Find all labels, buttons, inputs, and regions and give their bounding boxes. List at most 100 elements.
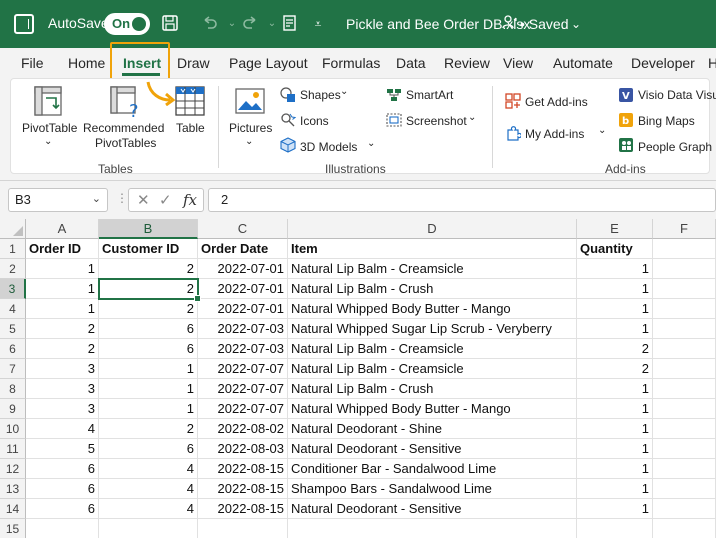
name-box-dropdown-icon[interactable]: ⌄ (92, 192, 101, 205)
cell-b7[interactable]: 1 (99, 359, 198, 379)
cell-e3[interactable]: 1 (577, 279, 653, 299)
cell-c11[interactable]: 2022-08-03 (198, 439, 288, 459)
save-icon[interactable] (160, 14, 180, 34)
formula-bar-grip-icon[interactable]: ⋮ (116, 191, 128, 205)
cell-a12[interactable]: 6 (26, 459, 99, 479)
cell-d1[interactable]: Item (288, 239, 577, 259)
cell-d4[interactable]: Natural Whipped Body Butter - Mango (288, 299, 577, 319)
tab-developer[interactable]: Developer (631, 55, 695, 71)
cell-c5[interactable]: 2022-07-03 (198, 319, 288, 339)
row-header-15[interactable]: 15 (0, 519, 26, 538)
cell-c1[interactable]: Order Date (198, 239, 288, 259)
row-header-6[interactable]: 6 (0, 339, 26, 359)
cell-b6[interactable]: 6 (99, 339, 198, 359)
cell-b11[interactable]: 6 (99, 439, 198, 459)
undo-icon[interactable] (200, 14, 220, 34)
pivottable-dropdown-icon[interactable]: ⌄ (44, 136, 52, 147)
my-addins-button[interactable]: My Add-ins (525, 127, 584, 141)
cell-a3[interactable]: 1 (26, 279, 99, 299)
cell-b15[interactable] (99, 519, 198, 538)
cell-c3[interactable]: 2022-07-01 (198, 279, 288, 299)
cell-c15[interactable] (198, 519, 288, 538)
cell-f1[interactable] (653, 239, 716, 259)
cell-d7[interactable]: Natural Lip Balm - Creamsicle (288, 359, 577, 379)
pivottable-button[interactable]: PivotTable (22, 121, 77, 135)
shapes-button[interactable]: Shapes (300, 88, 341, 102)
cell-e10[interactable]: 1 (577, 419, 653, 439)
form-icon[interactable] (280, 14, 300, 34)
cell-e5[interactable]: 1 (577, 319, 653, 339)
tab-draw[interactable]: Draw (177, 55, 210, 71)
row-header-5[interactable]: 5 (0, 319, 26, 339)
row-header-3[interactable]: 3 (0, 279, 26, 299)
cell-f6[interactable] (653, 339, 716, 359)
tab-home[interactable]: Home (68, 55, 105, 71)
cell-f13[interactable] (653, 479, 716, 499)
row-header-8[interactable]: 8 (0, 379, 26, 399)
row-header-7[interactable]: 7 (0, 359, 26, 379)
row-header-1[interactable]: 1 (0, 239, 26, 259)
cell-d14[interactable]: Natural Deodorant - Sensitive (288, 499, 577, 519)
cell-f8[interactable] (653, 379, 716, 399)
cell-a9[interactable]: 3 (26, 399, 99, 419)
row-header-14[interactable]: 14 (0, 499, 26, 519)
row-header-9[interactable]: 9 (0, 399, 26, 419)
tab-help[interactable]: He (708, 55, 716, 71)
cell-b9[interactable]: 1 (99, 399, 198, 419)
cell-c10[interactable]: 2022-08-02 (198, 419, 288, 439)
cell-b4[interactable]: 2 (99, 299, 198, 319)
get-addins-button[interactable]: Get Add-ins (525, 95, 588, 109)
cell-e9[interactable]: 1 (577, 399, 653, 419)
visio-data-visualizer-button[interactable]: Visio Data Visu (638, 88, 716, 102)
row-header-11[interactable]: 11 (0, 439, 26, 459)
cell-a4[interactable]: 1 (26, 299, 99, 319)
cell-a6[interactable]: 2 (26, 339, 99, 359)
row-header-2[interactable]: 2 (0, 259, 26, 279)
cell-e13[interactable]: 1 (577, 479, 653, 499)
people-graph-button[interactable]: People Graph (638, 140, 712, 154)
cell-f11[interactable] (653, 439, 716, 459)
undo-dropdown-icon[interactable]: ⌄ (222, 14, 242, 34)
tab-formulas[interactable]: Formulas (322, 55, 380, 71)
cell-a2[interactable]: 1 (26, 259, 99, 279)
cell-d6[interactable]: Natural Lip Balm - Creamsicle (288, 339, 577, 359)
cell-d3[interactable]: Natural Lip Balm - Crush (288, 279, 577, 299)
cell-c7[interactable]: 2022-07-07 (198, 359, 288, 379)
cell-c9[interactable]: 2022-07-07 (198, 399, 288, 419)
formula-input[interactable]: 2 (208, 188, 716, 212)
column-header-d[interactable]: D (288, 219, 577, 239)
cell-e14[interactable]: 1 (577, 499, 653, 519)
cell-a13[interactable]: 6 (26, 479, 99, 499)
tab-page-layout[interactable]: Page Layout (229, 55, 308, 71)
cell-b2[interactable]: 2 (99, 259, 198, 279)
cell-c12[interactable]: 2022-08-15 (198, 459, 288, 479)
recommended-pivottables-line1[interactable]: Recommended (83, 121, 164, 135)
tab-data[interactable]: Data (396, 55, 426, 71)
cell-e8[interactable]: 1 (577, 379, 653, 399)
tab-automate[interactable]: Automate (553, 55, 613, 71)
customize-toolbar-icon[interactable]: ⩡ (308, 14, 328, 34)
cell-a7[interactable]: 3 (26, 359, 99, 379)
cell-c13[interactable]: 2022-08-15 (198, 479, 288, 499)
cell-a10[interactable]: 4 (26, 419, 99, 439)
cell-a5[interactable]: 2 (26, 319, 99, 339)
cell-d8[interactable]: Natural Lip Balm - Crush (288, 379, 577, 399)
column-header-c[interactable]: C (198, 219, 288, 239)
column-header-b[interactable]: B (99, 219, 198, 239)
cell-d10[interactable]: Natural Deodorant - Shine (288, 419, 577, 439)
name-box[interactable]: B3 ⌄ (8, 188, 108, 212)
cell-e6[interactable]: 2 (577, 339, 653, 359)
enter-icon[interactable]: ✓ (159, 191, 172, 209)
cell-e12[interactable]: 1 (577, 459, 653, 479)
cell-a8[interactable]: 3 (26, 379, 99, 399)
row-header-10[interactable]: 10 (0, 419, 26, 439)
column-header-e[interactable]: E (577, 219, 653, 239)
3d-models-button[interactable]: 3D Models (300, 140, 357, 154)
cell-b8[interactable]: 1 (99, 379, 198, 399)
shapes-dropdown-icon[interactable]: ⌄ (340, 86, 348, 97)
cell-f2[interactable] (653, 259, 716, 279)
select-all-button[interactable] (0, 219, 26, 239)
autosave-toggle[interactable]: On (104, 13, 150, 35)
cell-e4[interactable]: 1 (577, 299, 653, 319)
redo-icon[interactable] (240, 14, 260, 34)
